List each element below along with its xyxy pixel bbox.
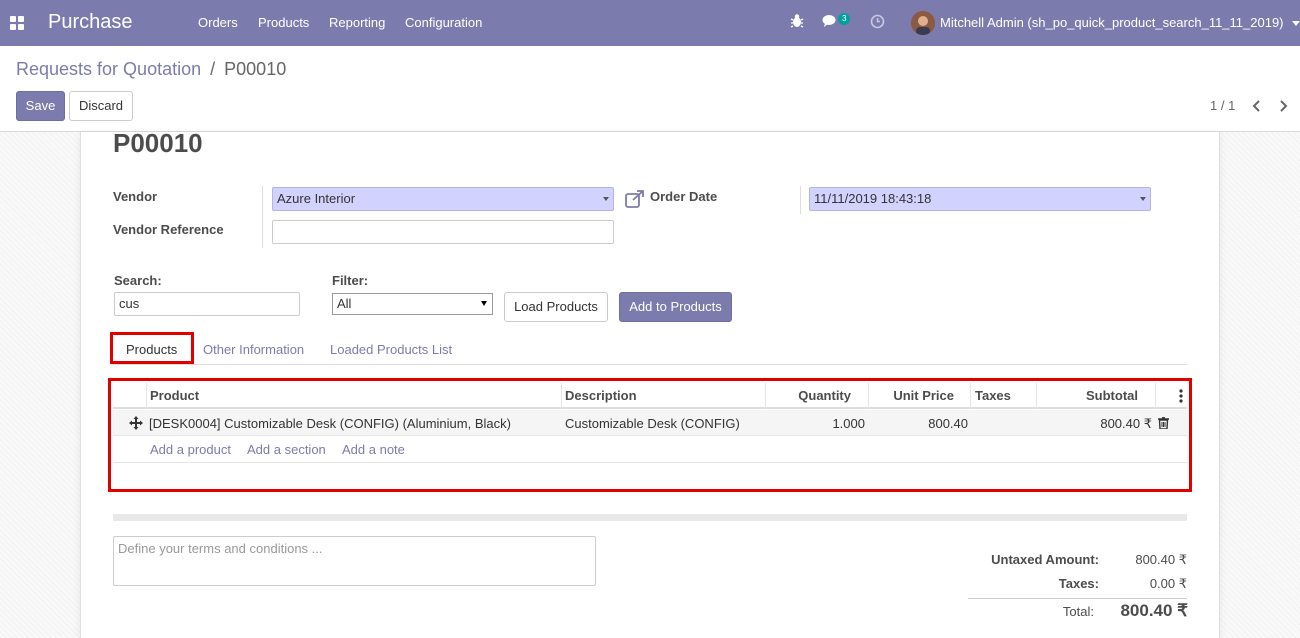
external-link-icon[interactable] xyxy=(625,190,645,211)
dropdown-caret-icon xyxy=(603,197,609,201)
totals-divider xyxy=(968,598,1187,599)
vendor-field[interactable]: Azure Interior xyxy=(272,187,614,211)
app-name: Purchase xyxy=(48,11,133,33)
vendor-label: Vendor xyxy=(113,189,158,204)
breadcrumb-parent[interactable]: Requests for Quotation xyxy=(16,59,201,79)
chevron-down-icon xyxy=(1292,21,1300,27)
discard-button[interactable]: Discard xyxy=(69,91,133,121)
load-products-button[interactable]: Load Products xyxy=(504,292,608,322)
section-divider xyxy=(113,514,1187,521)
top-navbar: Purchase Orders Products Reporting Confi… xyxy=(0,0,1300,46)
filter-value: All xyxy=(337,296,352,311)
clock-icon[interactable] xyxy=(870,14,885,32)
field-divider xyxy=(800,186,801,214)
order-lines-highlight xyxy=(108,378,1192,492)
field-divider xyxy=(262,186,263,248)
next-record-icon[interactable] xyxy=(1279,99,1289,116)
vendor-reference-field[interactable] xyxy=(272,220,614,244)
order-date-label: Order Date xyxy=(650,189,718,204)
previous-record-icon[interactable] xyxy=(1251,99,1261,116)
untaxed-amount-label: Untaxed Amount: xyxy=(991,552,1099,567)
filter-select[interactable]: All xyxy=(332,293,493,315)
menu-reporting[interactable]: Reporting xyxy=(329,15,385,30)
order-date-field[interactable]: 11/11/2019 18:43:18 xyxy=(809,187,1151,211)
user-avatar[interactable] xyxy=(911,11,935,35)
tab-products[interactable]: Products xyxy=(126,342,177,357)
menu-products[interactable]: Products xyxy=(258,15,309,30)
breadcrumb-separator: / xyxy=(210,59,216,79)
terms-conditions-field[interactable]: Define your terms and conditions ... xyxy=(113,536,596,586)
untaxed-amount-value: 800.40 ₹ xyxy=(1135,552,1187,567)
order-reference-title: P00010 xyxy=(113,128,203,158)
search-label: Search: xyxy=(114,273,162,288)
taxes-label: Taxes: xyxy=(1058,576,1099,591)
menu-orders[interactable]: Orders xyxy=(198,15,238,30)
user-name: Mitchell Admin (sh_po_quick_product_sear… xyxy=(940,15,1284,30)
chat-icon[interactable] xyxy=(822,14,838,31)
tab-other-information[interactable]: Other Information xyxy=(203,342,304,357)
total-label: Total: xyxy=(1062,604,1094,619)
product-search-input[interactable]: cus xyxy=(114,292,300,316)
pager-value[interactable]: 1 / 1 xyxy=(1210,98,1235,113)
bug-icon[interactable] xyxy=(790,13,804,32)
vendor-value: Azure Interior xyxy=(277,191,356,206)
select-arrow-icon xyxy=(481,301,487,306)
apps-menu-icon[interactable] xyxy=(10,16,24,30)
chat-count-badge: 3 xyxy=(838,13,851,25)
dropdown-caret-icon xyxy=(1140,197,1146,201)
add-to-products-button[interactable]: Add to Products xyxy=(619,292,732,322)
total-value: 800.40 ₹ xyxy=(1120,601,1188,620)
breadcrumb: Requests for Quotation / P00010 xyxy=(16,59,286,80)
breadcrumb-current: P00010 xyxy=(224,59,287,79)
menu-configuration[interactable]: Configuration xyxy=(405,15,482,30)
tab-bar xyxy=(113,364,1187,365)
save-button[interactable]: Save xyxy=(16,91,65,121)
tab-loaded-products-list[interactable]: Loaded Products List xyxy=(330,342,452,357)
user-menu[interactable]: Mitchell Admin (sh_po_quick_product_sear… xyxy=(940,15,1300,30)
order-date-value: 11/11/2019 18:43:18 xyxy=(814,191,932,206)
control-panel: Requests for Quotation / P00010 Save Dis… xyxy=(0,46,1300,132)
vendor-reference-label: Vendor Reference xyxy=(113,222,224,237)
filter-label: Filter: xyxy=(332,273,369,288)
taxes-value: 0.00 ₹ xyxy=(1149,576,1187,591)
